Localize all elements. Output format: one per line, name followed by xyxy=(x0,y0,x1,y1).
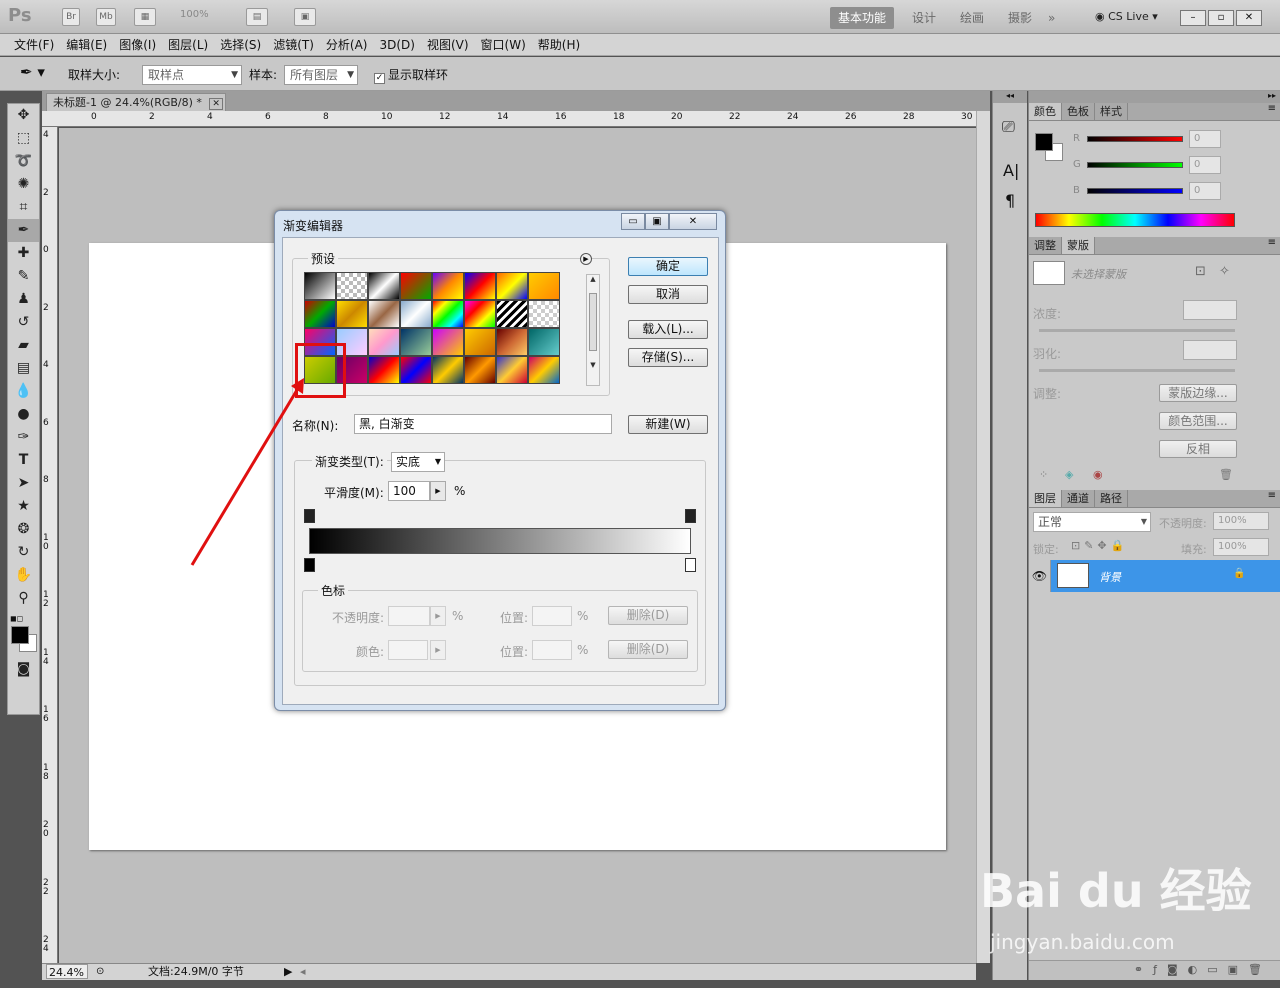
baidu-watermark-url: jingyan.baidu.com xyxy=(990,930,1175,954)
color-foreground-swatch[interactable] xyxy=(1035,133,1053,151)
foreground-color-swatch[interactable] xyxy=(11,626,29,644)
annotation-arrow xyxy=(190,378,304,566)
baidu-watermark: Bai du 经验 xyxy=(980,864,1252,918)
